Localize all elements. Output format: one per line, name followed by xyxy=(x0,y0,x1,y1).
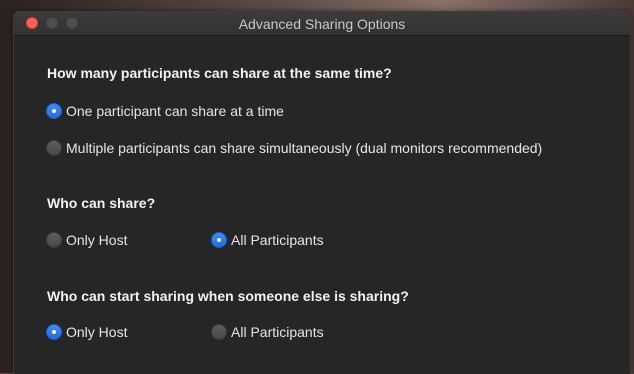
radio-option-start-sharing-only-host[interactable]: Only Host xyxy=(46,324,127,340)
radio-button-unselected[interactable] xyxy=(211,324,227,340)
section-heading-share-count: How many participants can share at the s… xyxy=(47,65,392,81)
radio-label: All Participants xyxy=(231,324,324,340)
section-heading-who-can-start-sharing: Who can start sharing when someone else … xyxy=(47,288,409,304)
radio-label: Only Host xyxy=(66,232,128,248)
radio-option-multiple-participants[interactable]: Multiple participants can share simultan… xyxy=(46,140,542,156)
radio-button-unselected[interactable] xyxy=(46,232,62,248)
radio-option-who-can-share-all-participants[interactable]: All Participants xyxy=(211,232,324,248)
radio-button-selected[interactable] xyxy=(211,232,227,248)
radio-label: Multiple participants can share simultan… xyxy=(66,140,543,156)
advanced-sharing-options-window: Advanced Sharing Options How many partic… xyxy=(13,11,631,374)
radio-button-selected[interactable] xyxy=(46,324,62,340)
radio-button-unselected[interactable] xyxy=(46,140,62,156)
radio-label: All Participants xyxy=(231,232,324,248)
radio-option-start-sharing-all-participants[interactable]: All Participants xyxy=(211,324,324,340)
radio-option-who-can-share-only-host[interactable]: Only Host xyxy=(46,232,127,248)
radio-label: Only Host xyxy=(66,324,128,340)
radio-button-selected[interactable] xyxy=(46,103,62,119)
radio-option-one-participant[interactable]: One participant can share at a time xyxy=(46,103,284,119)
radio-label: One participant can share at a time xyxy=(66,103,284,119)
section-heading-who-can-share: Who can share? xyxy=(47,195,156,211)
window-title: Advanced Sharing Options xyxy=(238,16,406,32)
title-bar: Advanced Sharing Options xyxy=(14,12,630,36)
